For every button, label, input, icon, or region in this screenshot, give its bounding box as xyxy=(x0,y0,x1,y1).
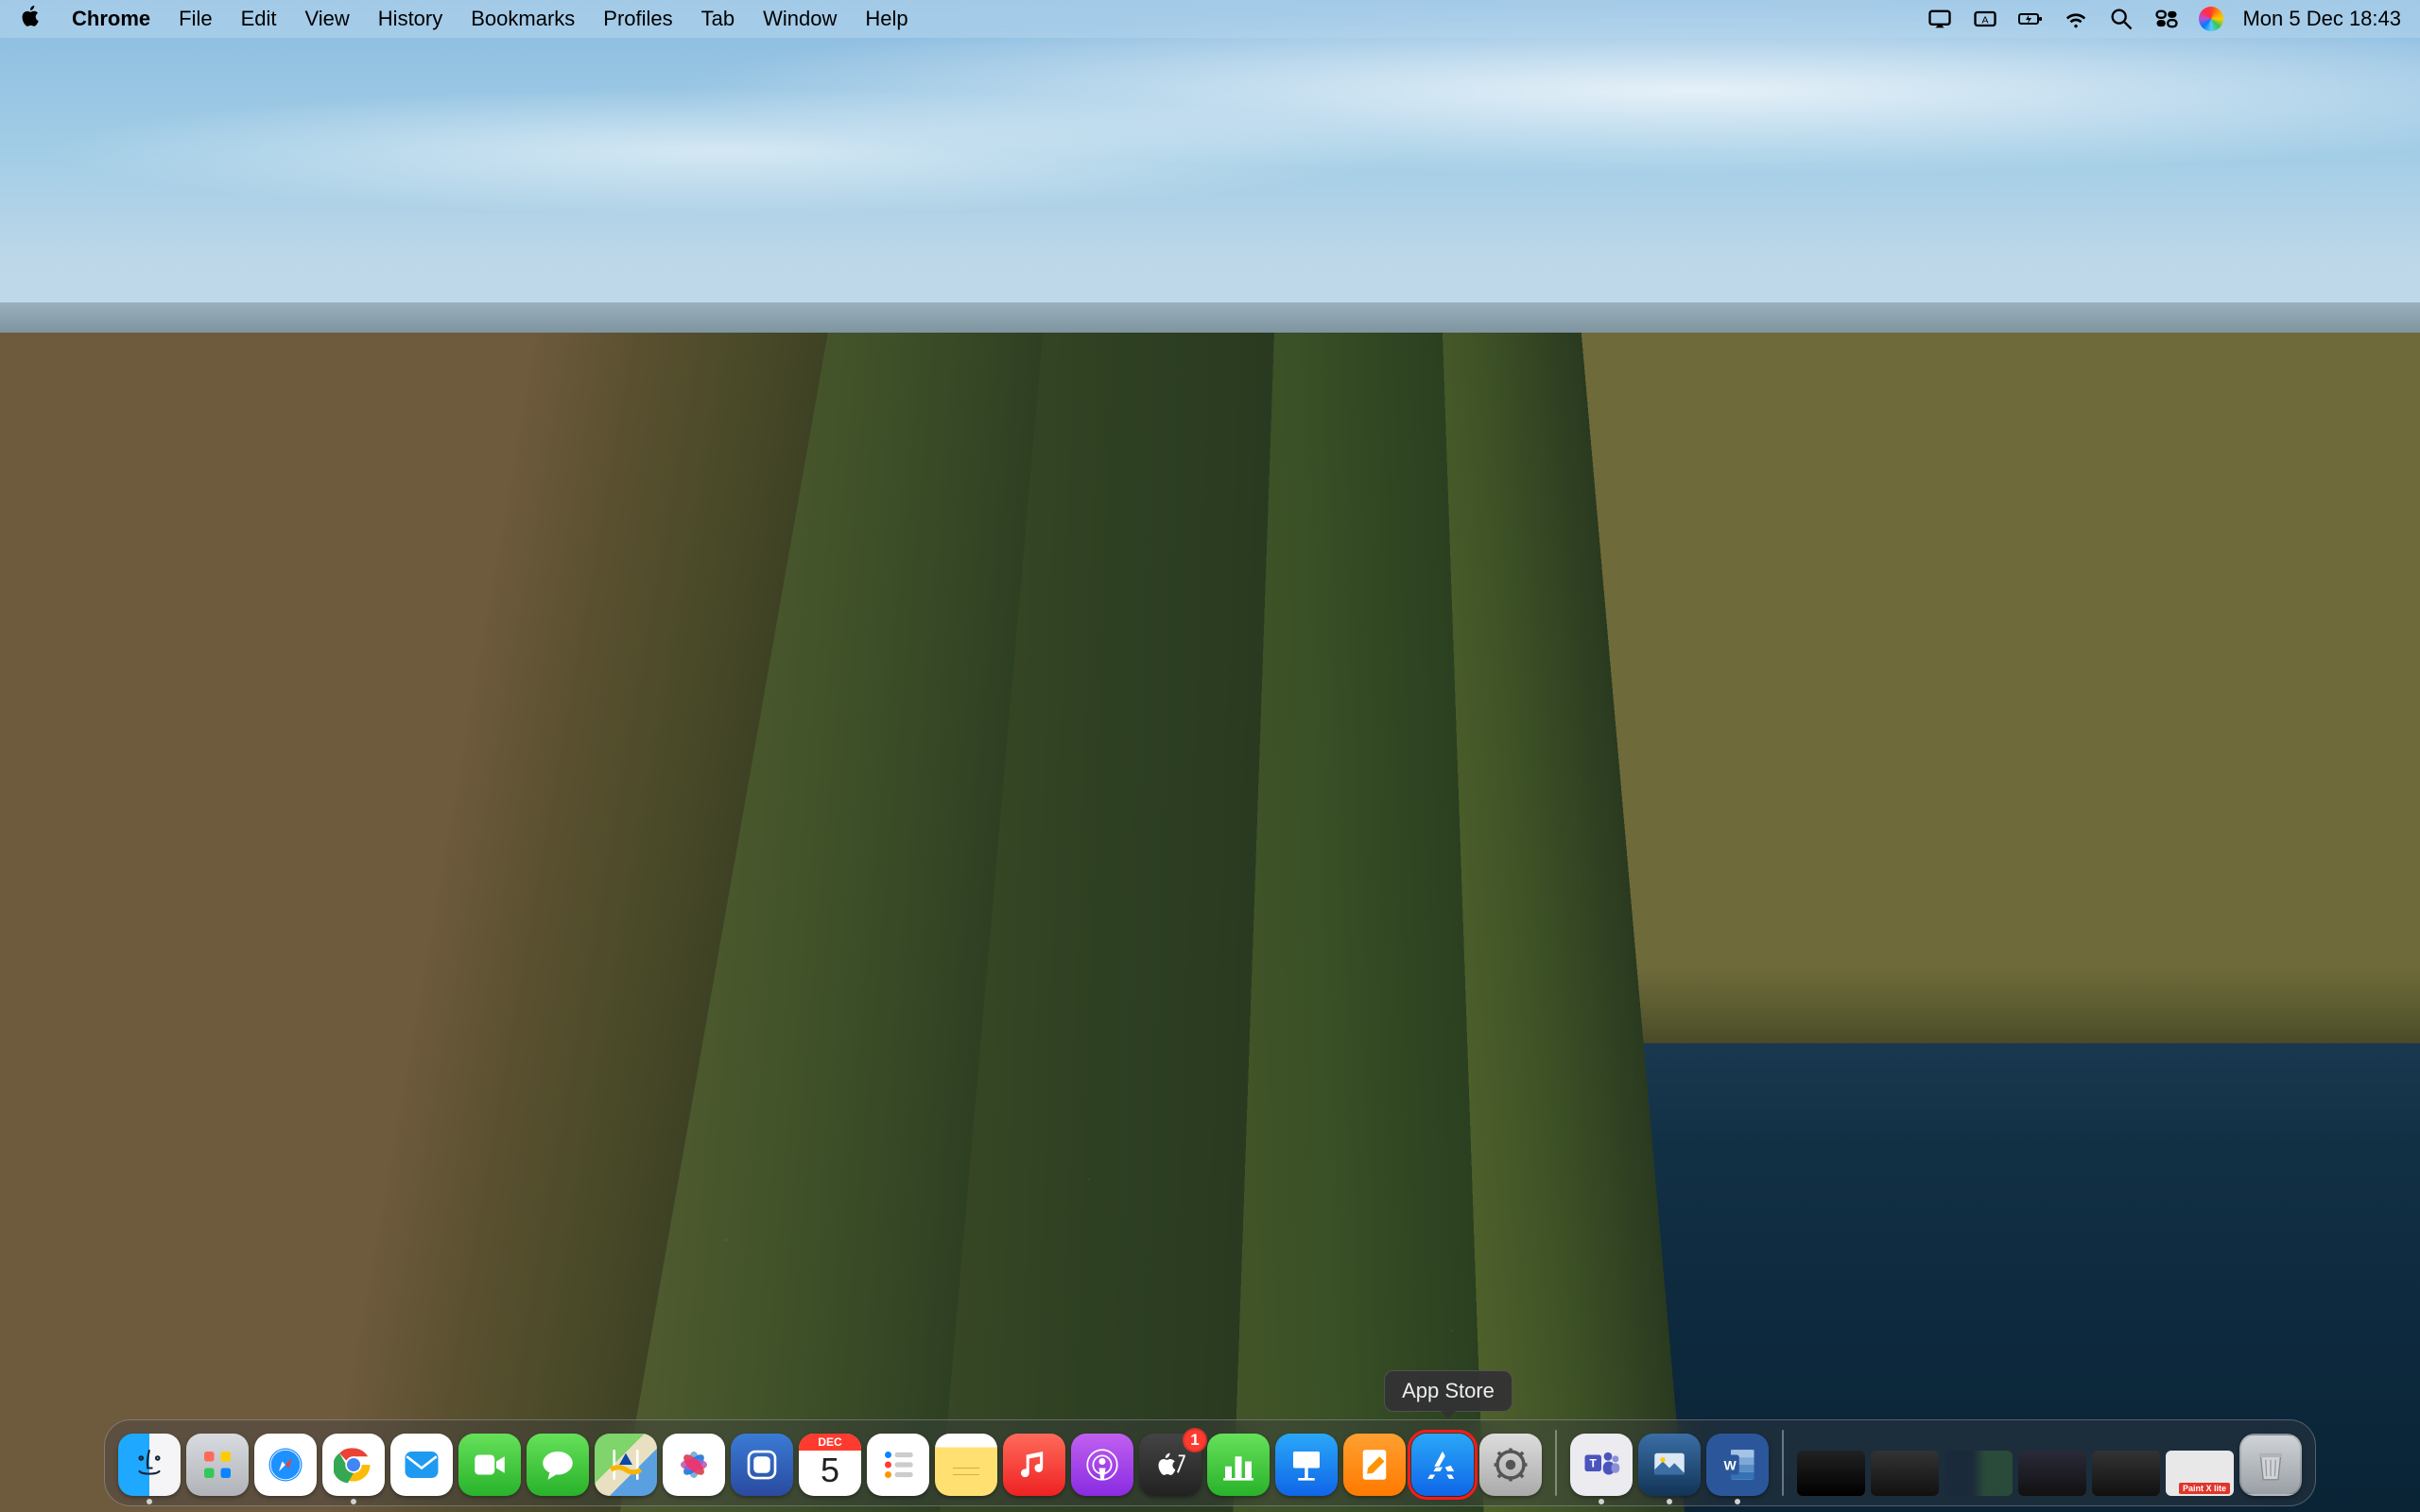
menubar-history[interactable]: History xyxy=(378,7,442,31)
calendar-icon-month: DEC xyxy=(799,1434,861,1451)
minimized-window-3[interactable] xyxy=(1945,1451,2013,1496)
clips-dock-icon[interactable] xyxy=(731,1434,793,1496)
spotlight-icon[interactable] xyxy=(2108,6,2135,32)
keynote-dock-icon[interactable] xyxy=(1275,1434,1338,1496)
menubar-view[interactable]: View xyxy=(305,7,350,31)
trash-dock-icon[interactable] xyxy=(2239,1434,2302,1496)
chrome-dock-icon[interactable] xyxy=(322,1434,385,1496)
minimized-window-6[interactable]: Paint X lite xyxy=(2166,1451,2234,1496)
notes-dock-icon[interactable] xyxy=(935,1434,997,1496)
pages-dock-icon[interactable] xyxy=(1343,1434,1406,1496)
menubar-help[interactable]: Help xyxy=(865,7,908,31)
dock-separator xyxy=(1555,1430,1557,1496)
launchpad-dock-icon[interactable] xyxy=(186,1434,249,1496)
menubar-tab[interactable]: Tab xyxy=(701,7,735,31)
minimized-window-4[interactable] xyxy=(2018,1451,2086,1496)
menubar-app-name[interactable]: Chrome xyxy=(72,7,150,31)
calendar-icon-day: 5 xyxy=(821,1451,839,1490)
podcasts-dock-icon[interactable] xyxy=(1071,1434,1133,1496)
calendar-dock-icon[interactable]: DEC 5 xyxy=(799,1434,861,1496)
menubar-edit[interactable]: Edit xyxy=(241,7,277,31)
tv-dock-icon[interactable]: 1 xyxy=(1139,1434,1201,1496)
user-avatar-icon[interactable] xyxy=(2199,7,2223,31)
safari-dock-icon[interactable] xyxy=(254,1434,317,1496)
maps-dock-icon[interactable] xyxy=(595,1434,657,1496)
teams-dock-icon[interactable]: T xyxy=(1570,1434,1633,1496)
svg-text:T: T xyxy=(1590,1457,1598,1470)
settings-dock-icon[interactable] xyxy=(1479,1434,1542,1496)
svg-text:W: W xyxy=(1724,1457,1737,1472)
minimized-window-5[interactable] xyxy=(2092,1451,2160,1496)
appstore-dock-icon[interactable] xyxy=(1411,1434,1474,1496)
screen-mirroring-icon[interactable] xyxy=(1927,6,1953,32)
word-dock-icon[interactable]: W xyxy=(1706,1434,1769,1496)
messages-dock-icon[interactable] xyxy=(527,1434,589,1496)
input-source-icon[interactable]: A xyxy=(1972,6,1998,32)
menubar-window[interactable]: Window xyxy=(763,7,837,31)
desktop-wallpaper[interactable] xyxy=(0,0,2420,1512)
dock-separator-2 xyxy=(1782,1430,1784,1496)
tv-badge: 1 xyxy=(1183,1428,1207,1452)
minimized-window-6-label: Paint X lite xyxy=(2179,1483,2230,1494)
facetime-dock-icon[interactable] xyxy=(458,1434,521,1496)
preview-dock-icon[interactable] xyxy=(1638,1434,1701,1496)
menubar-left: Chrome File Edit View History Bookmarks … xyxy=(19,4,908,34)
menubar-datetime[interactable]: Mon 5 Dec 18:43 xyxy=(2242,7,2401,31)
menubar-right: A Mon 5 Dec 18:43 xyxy=(1927,6,2401,32)
wifi-icon[interactable] xyxy=(2063,6,2089,32)
menubar-profiles[interactable]: Profiles xyxy=(603,7,672,31)
svg-text:A: A xyxy=(1982,15,1989,26)
numbers-dock-icon[interactable] xyxy=(1207,1434,1270,1496)
minimized-window-2[interactable] xyxy=(1871,1451,1939,1496)
mail-dock-icon[interactable] xyxy=(390,1434,453,1496)
dock: App Store xyxy=(104,1419,2316,1506)
apple-menu-icon[interactable] xyxy=(19,4,43,34)
control-center-icon[interactable] xyxy=(2153,6,2180,32)
photos-dock-icon[interactable] xyxy=(663,1434,725,1496)
battery-icon[interactable] xyxy=(2017,6,2044,32)
music-dock-icon[interactable] xyxy=(1003,1434,1065,1496)
minimized-window-1[interactable] xyxy=(1797,1451,1865,1496)
menubar-bookmarks[interactable]: Bookmarks xyxy=(471,7,575,31)
menubar-file[interactable]: File xyxy=(179,7,212,31)
menubar: Chrome File Edit View History Bookmarks … xyxy=(0,0,2420,38)
dock-tooltip: App Store xyxy=(1384,1370,1512,1412)
reminders-dock-icon[interactable] xyxy=(867,1434,929,1496)
finder-dock-icon[interactable] xyxy=(118,1434,181,1496)
